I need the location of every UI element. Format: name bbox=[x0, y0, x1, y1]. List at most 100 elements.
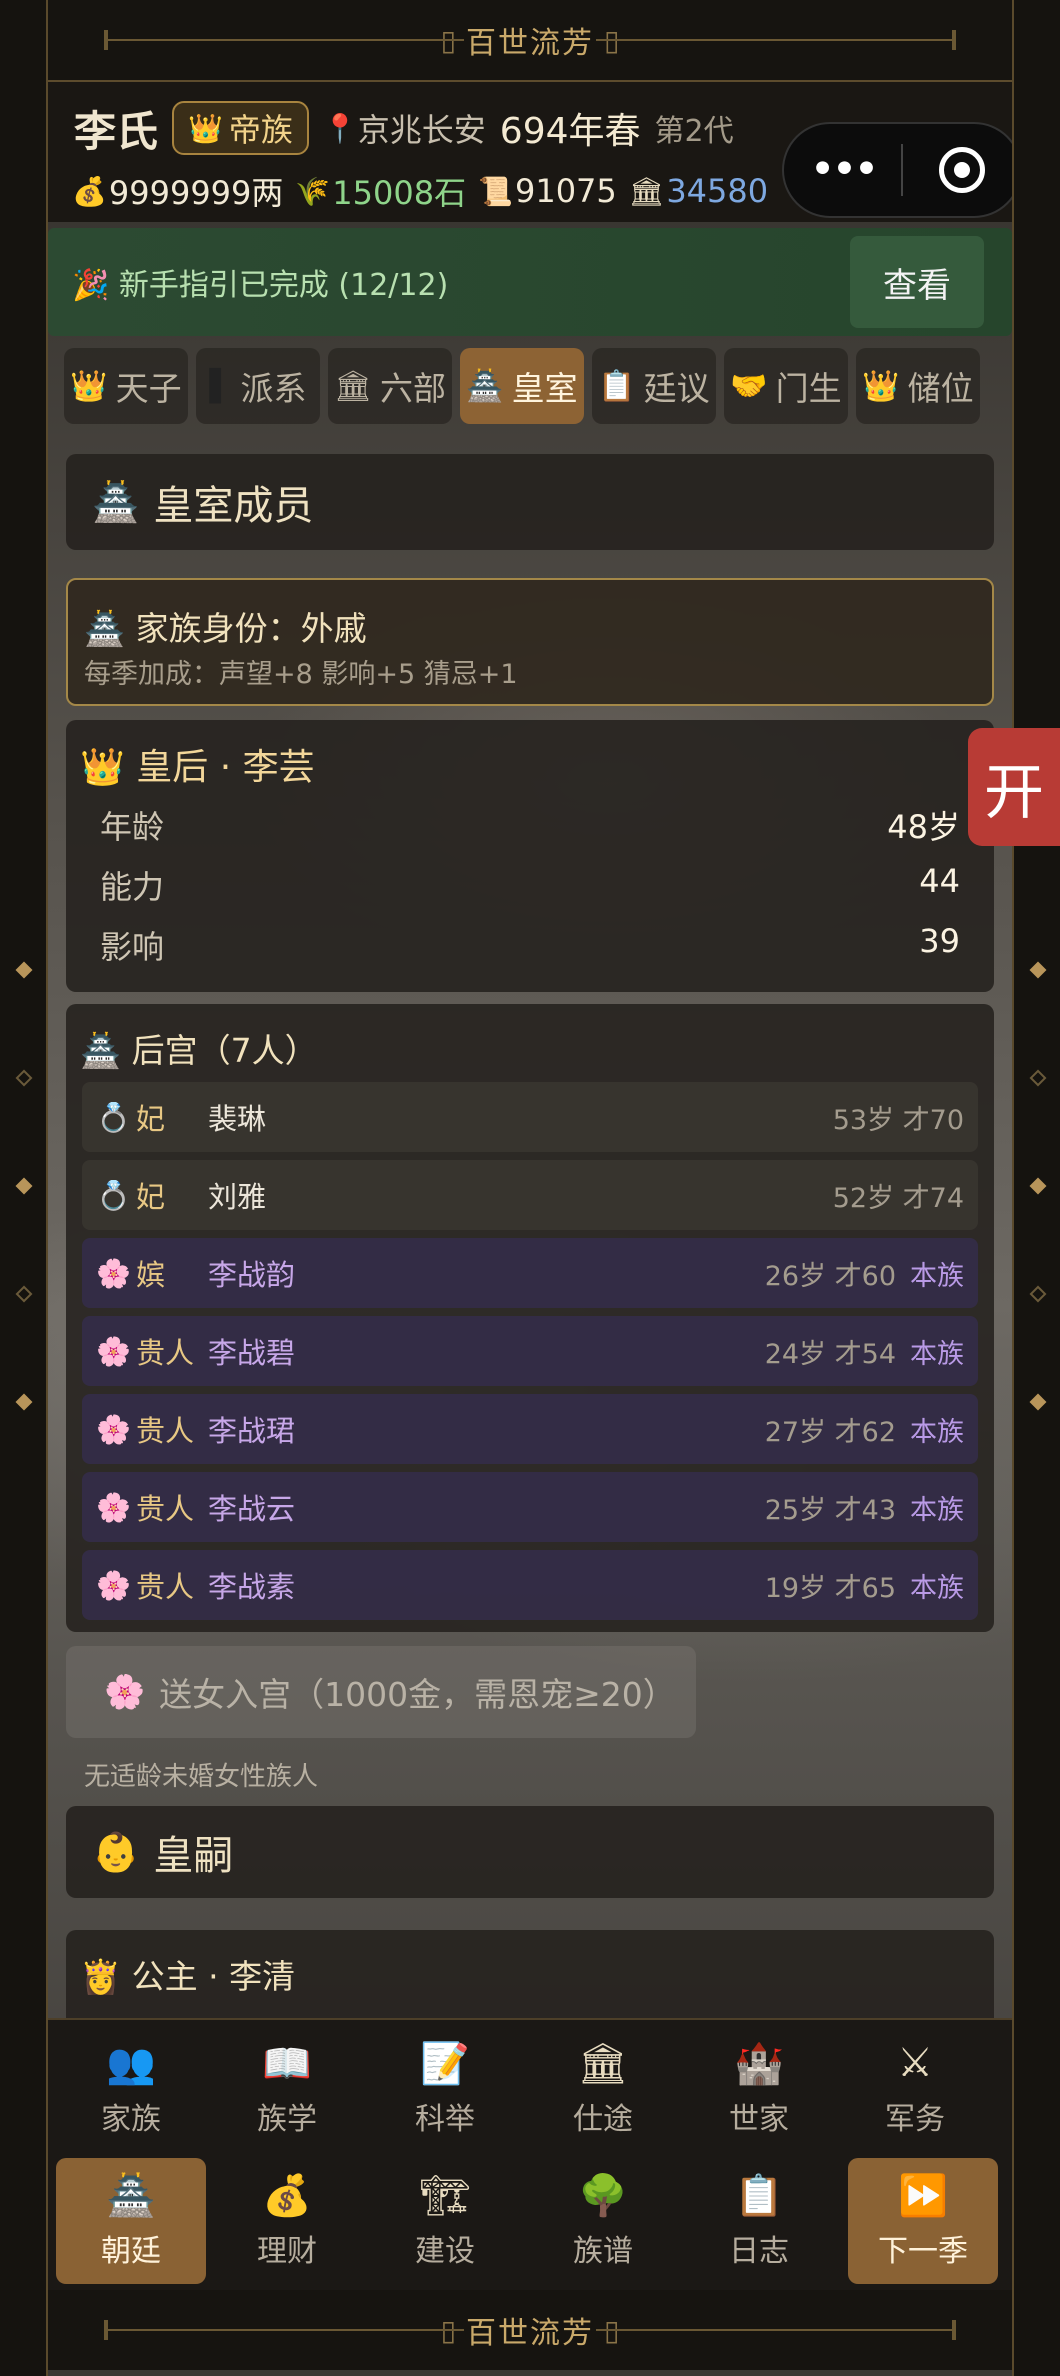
bank-icon: 🏛 bbox=[333, 368, 373, 404]
stat-label: 能力 bbox=[100, 868, 165, 906]
castle-icon: 🏰 bbox=[734, 2041, 784, 2087]
heirs-header: 👶 皇嗣 bbox=[66, 1806, 994, 1898]
divider bbox=[596, 2329, 956, 2331]
consort-name: 李战云 bbox=[208, 1492, 296, 1526]
castle-icon: 🏯 bbox=[80, 1031, 132, 1070]
queen-age-row: 年龄 48岁 bbox=[100, 802, 960, 848]
list-item[interactable]: 🌸 贵人 李战碧 24岁 才54 本族 bbox=[82, 1316, 978, 1386]
list-item[interactable]: 🌸 贵人 李战珺 27岁 才62 本族 bbox=[82, 1394, 978, 1464]
section-title: 皇室成员 bbox=[153, 483, 314, 529]
divider bbox=[596, 39, 956, 41]
nav-military[interactable]: ⚔ 军务 bbox=[840, 2026, 990, 2152]
consort-age: 27岁 bbox=[764, 1416, 827, 1448]
tab-faction[interactable]: ▌ 派系 bbox=[196, 348, 320, 424]
ornament bbox=[15, 1069, 33, 1087]
more-menu-icon[interactable]: ••• bbox=[784, 148, 901, 192]
tab-label: 六部 bbox=[380, 369, 447, 408]
consort-meta: 19岁 才65 本族 bbox=[765, 1566, 964, 1605]
own-clan-badge: 本族 bbox=[910, 1338, 964, 1370]
ring-icon: 💍 bbox=[96, 1100, 131, 1134]
princess-title: 👸 公主 · 李清 bbox=[80, 1950, 295, 1998]
consort-meta: 26岁 才60 本族 bbox=[765, 1254, 964, 1293]
consort-rank: 妃 bbox=[136, 1180, 166, 1214]
tab-label: 廷议 bbox=[643, 369, 710, 408]
people-icon: 👥 bbox=[106, 2041, 156, 2087]
consort-age: 25岁 bbox=[764, 1494, 827, 1526]
nav-exam[interactable]: 📝 科举 bbox=[370, 2026, 520, 2152]
tab-succession[interactable]: 👑 储位 bbox=[856, 348, 980, 424]
rank-badge: 👑 帝族 bbox=[172, 101, 309, 155]
nav-construction[interactable]: 🏗 建设 bbox=[370, 2158, 520, 2284]
crown-icon: 👑 bbox=[862, 368, 900, 404]
fast-forward-icon: ⏩ bbox=[898, 2173, 948, 2219]
nav-career[interactable]: 🏛 仕途 bbox=[528, 2026, 678, 2152]
nav-label: 家族 bbox=[101, 2102, 161, 2137]
stat-value: 39 bbox=[919, 922, 960, 960]
nav-family[interactable]: 👥 家族 bbox=[56, 2026, 206, 2152]
nav-court[interactable]: 🏯 朝廷 bbox=[56, 2158, 206, 2284]
close-miniprogram-icon[interactable] bbox=[903, 147, 1012, 193]
rank-label: 帝族 bbox=[228, 111, 293, 149]
app-title: 百世流芳 bbox=[466, 26, 594, 61]
blossom-icon: 🌸 bbox=[96, 1256, 131, 1290]
castle-icon: 🏯 bbox=[92, 479, 140, 524]
send-daughter-note: 无适龄未婚女性族人 bbox=[84, 1762, 319, 1792]
blossom-icon: 🌸 bbox=[104, 1672, 146, 1711]
castle-icon: 🏯 bbox=[466, 368, 504, 404]
consort-age: 24岁 bbox=[764, 1338, 827, 1370]
guide-banner: 🎉 新手指引已完成 (12/12) 查看 bbox=[48, 228, 1012, 336]
nav-label: 科举 bbox=[415, 2102, 475, 2137]
guide-status: 🎉 新手指引已完成 (12/12) bbox=[72, 268, 449, 303]
bank-value: 34580 bbox=[666, 172, 769, 210]
consort-name: 李战碧 bbox=[208, 1336, 296, 1370]
floating-open-button[interactable]: 开 bbox=[968, 728, 1060, 846]
section-title: 皇嗣 bbox=[153, 1833, 234, 1879]
ornament bbox=[1029, 961, 1047, 979]
stat-label: 影响 bbox=[100, 928, 165, 966]
crown-icon: 👑 bbox=[80, 747, 137, 788]
list-item[interactable]: 💍 妃 刘雅 52岁 才74 bbox=[82, 1160, 978, 1230]
nav-label: 族学 bbox=[257, 2102, 317, 2137]
list-item[interactable]: 🌸 嫔 李战韵 26岁 才60 本族 bbox=[82, 1238, 978, 1308]
nav-finance[interactable]: 💰 理财 bbox=[212, 2158, 362, 2284]
harem-label: 后宫（7人） bbox=[131, 1031, 318, 1070]
consort-meta: 25岁 才43 本族 bbox=[765, 1488, 964, 1527]
money-value: 9999999两 bbox=[108, 174, 284, 212]
nav-genealogy[interactable]: 🌳 族谱 bbox=[528, 2158, 678, 2284]
identity-bonus: 每季加成：声望+8 影响+5 猜忌+1 bbox=[84, 659, 518, 690]
consort-name: 李战韵 bbox=[208, 1258, 296, 1292]
divider bbox=[952, 30, 956, 50]
view-guide-button[interactable]: 查看 bbox=[850, 236, 984, 328]
next-season-button[interactable]: ⏩ 下一季 bbox=[848, 2158, 998, 2284]
list-item[interactable]: 🌸 贵人 李战素 19岁 才65 本族 bbox=[82, 1550, 978, 1620]
top-title-bar: ▯ 百世流芳 ▯ bbox=[48, 0, 1012, 80]
castle-icon: 🏯 bbox=[106, 2173, 156, 2219]
tab-tianzi[interactable]: 👑 天子 bbox=[64, 348, 188, 424]
divider bbox=[952, 2320, 956, 2340]
consort-rank: 贵人 bbox=[136, 1570, 195, 1604]
consort-rank: 贵人 bbox=[136, 1414, 195, 1448]
ornament bbox=[15, 1177, 33, 1195]
money-bag-icon: 💰 bbox=[262, 2173, 312, 2219]
nav-log[interactable]: 📋 日志 bbox=[684, 2158, 834, 2284]
resource-bar: 💰 9999999两 🌾 15008石 📜 91075 🏛 34580 bbox=[72, 168, 780, 214]
nav-label: 建设 bbox=[415, 2234, 475, 2269]
tab-court-debate[interactable]: 📋 廷议 bbox=[592, 348, 716, 424]
nav-noble-families[interactable]: 🏰 世家 bbox=[684, 2026, 834, 2152]
list-item[interactable]: 💍 妃 裴琳 53岁 才70 bbox=[82, 1082, 978, 1152]
consort-meta: 52岁 才74 bbox=[833, 1176, 964, 1215]
consort-age: 19岁 bbox=[764, 1572, 827, 1604]
app-title: 百世流芳 bbox=[466, 2316, 594, 2351]
ornament bbox=[1029, 1069, 1047, 1087]
consort-age: 52岁 bbox=[832, 1182, 895, 1214]
list-item[interactable]: 🌸 贵人 李战云 25岁 才43 本族 bbox=[82, 1472, 978, 1542]
send-daughter-button[interactable]: 🌸 送女入宫（1000金，需恩宠≥20） bbox=[66, 1646, 696, 1738]
bar-icon: ▌ bbox=[209, 368, 233, 404]
tab-disciples[interactable]: 🤝 门生 bbox=[724, 348, 848, 424]
bank-resource: 🏛 34580 bbox=[629, 172, 768, 210]
tab-six-ministries[interactable]: 🏛 六部 bbox=[328, 348, 452, 424]
nav-clan-school[interactable]: 📖 族学 bbox=[212, 2026, 362, 2152]
scroll-value: 91075 bbox=[514, 172, 617, 210]
tab-royal-family[interactable]: 🏯 皇室 bbox=[460, 348, 584, 424]
consort-rank: 贵人 bbox=[136, 1336, 195, 1370]
